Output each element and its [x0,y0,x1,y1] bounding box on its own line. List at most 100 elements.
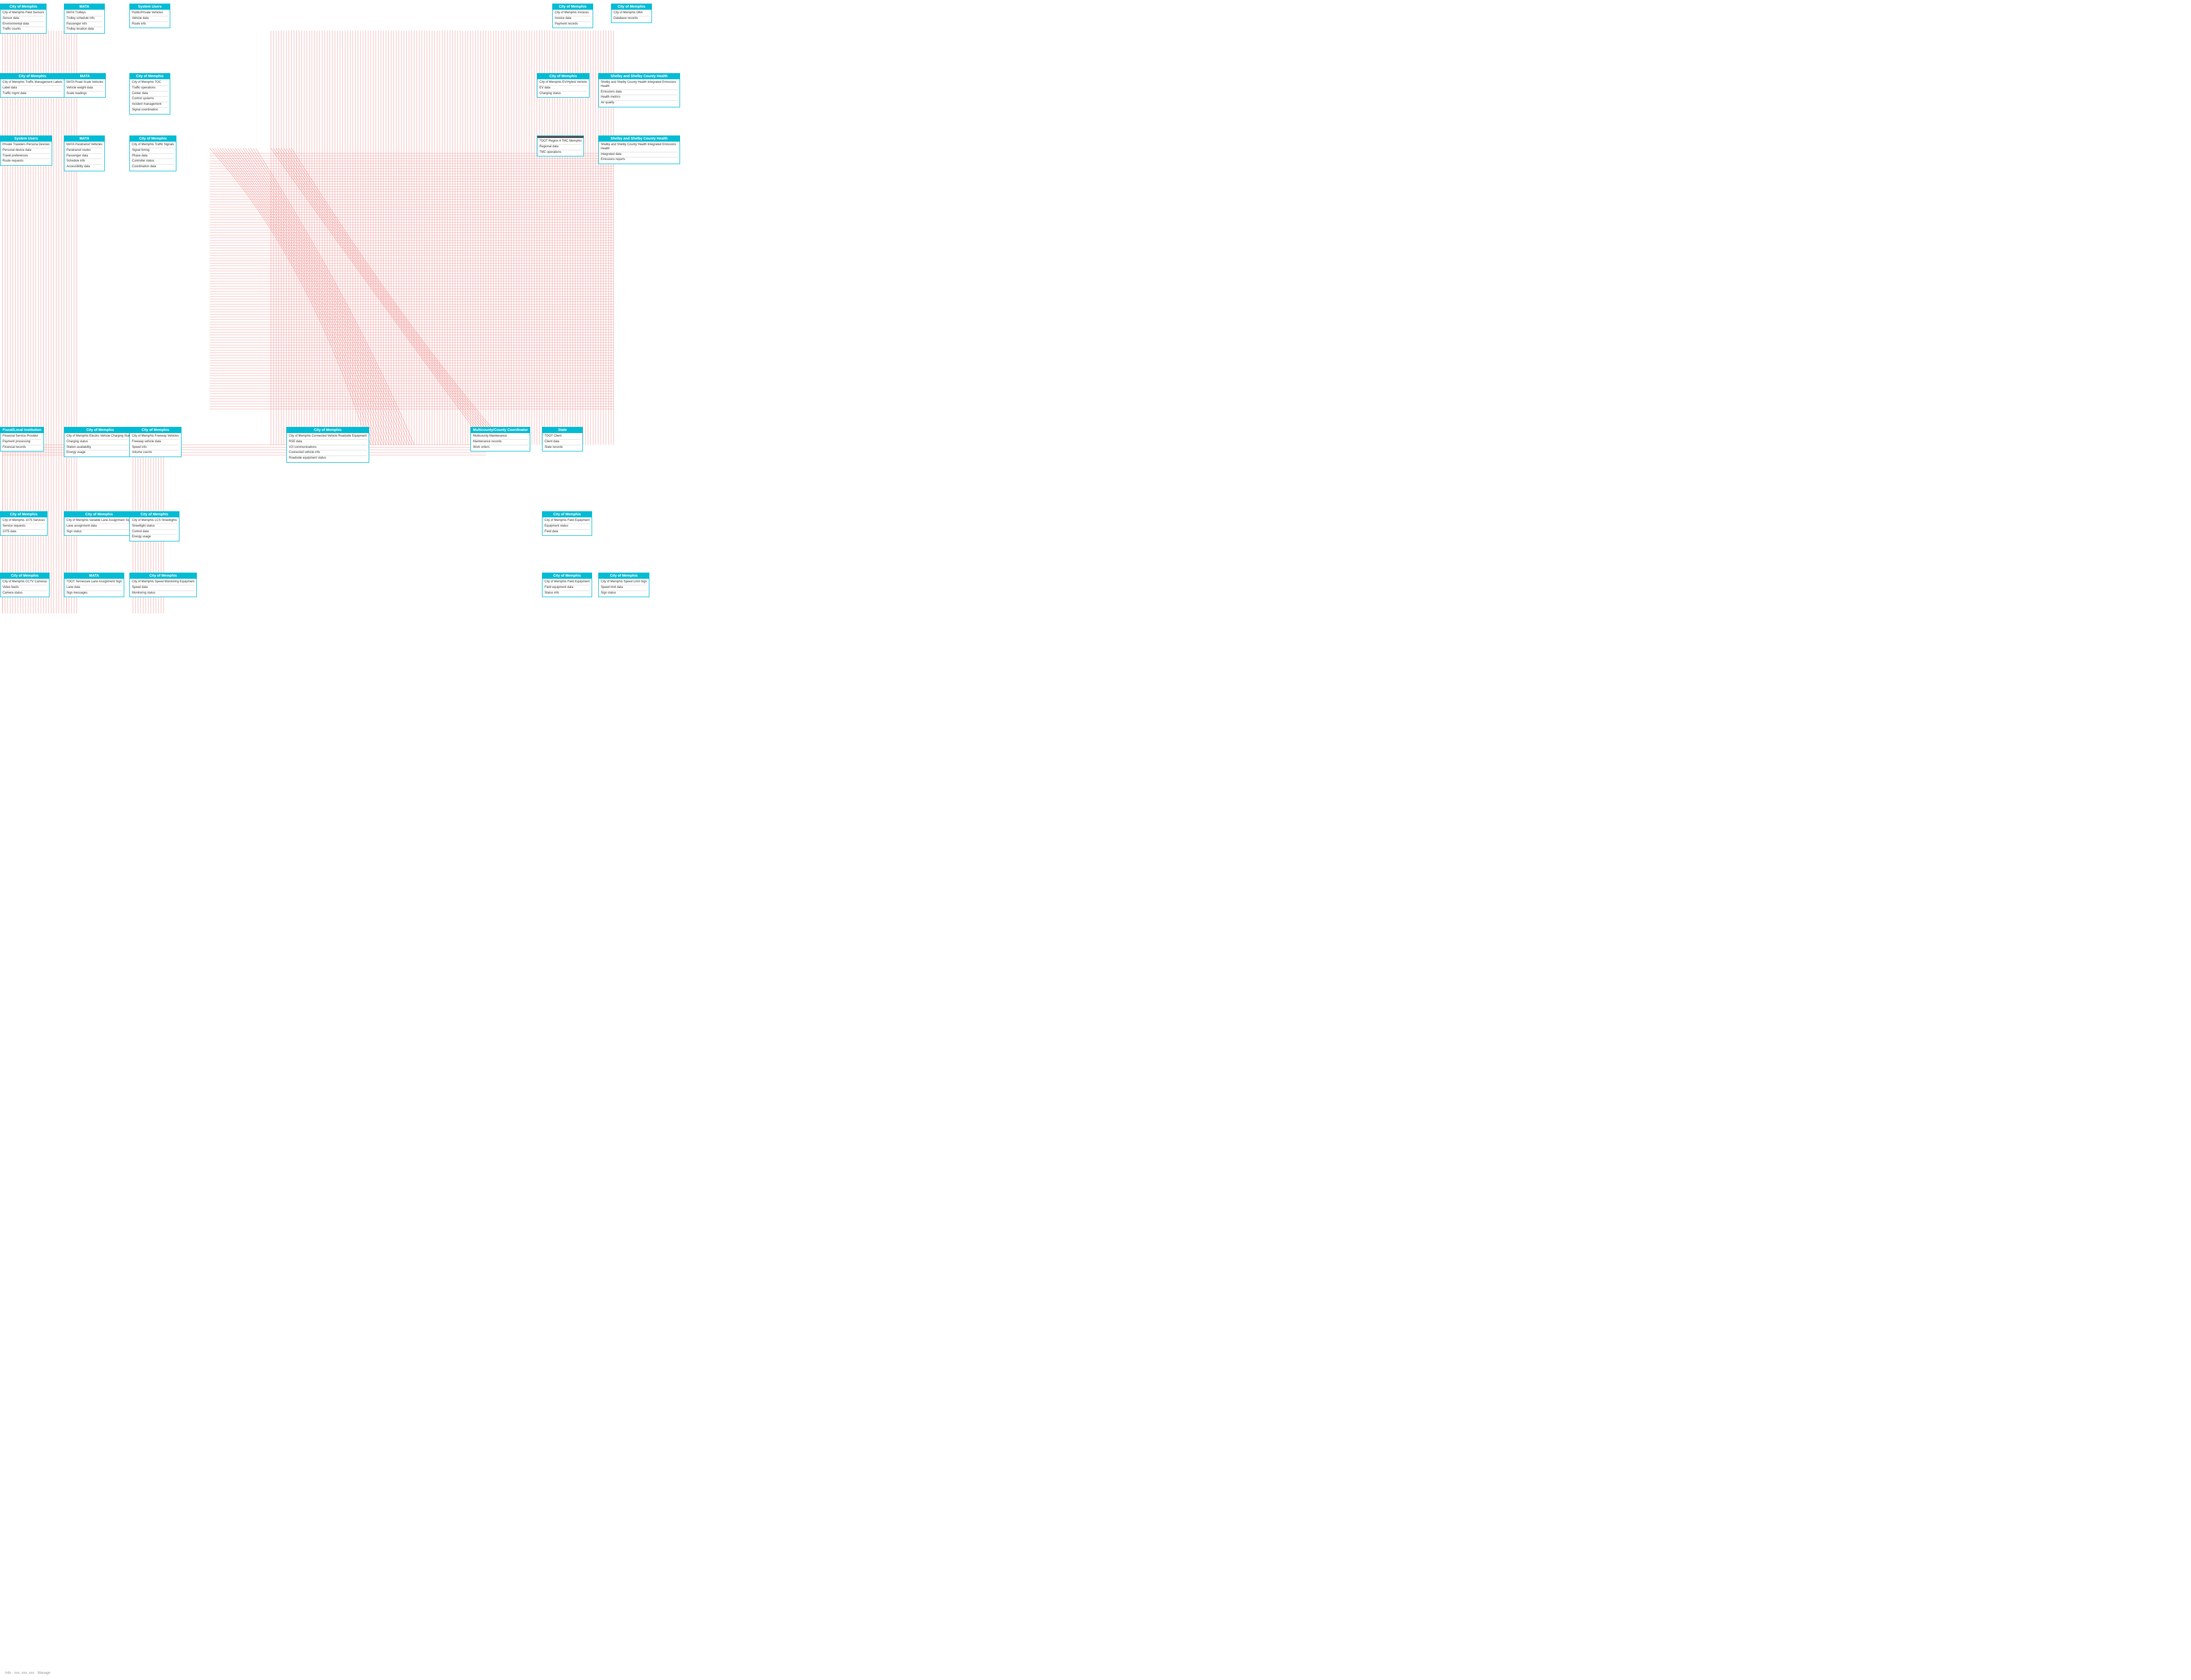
mata-field-sensors-header: City of Memphis [1,4,46,10]
financial-service-title: Financial Service Provider [3,434,41,440]
connected-vehicle-title: City of Memphis Connected Vehicle Roadsi… [289,434,367,440]
toc-node: City of Memphis City of Memphis TOC Traf… [129,73,170,115]
city-dba-header: City of Memphis [612,4,651,10]
speed-monitoring-body: City of Memphis Speed Monitoring Equipme… [130,579,196,597]
connected-vehicle-node: City of Memphis City of Memphis Connecte… [286,427,369,463]
ev-hybrid-title: City of Memphis EV/Hybrid Vehicle [539,80,587,86]
system-users-node: System Users Public/Private Vehicles Veh… [129,4,170,28]
connected-vehicle-header: City of Memphis [287,427,369,433]
toc-body: City of Memphis TOC Traffic operations C… [130,79,170,114]
health-emissions-header: Shelby and Shelby County Health [599,136,680,142]
ev-hybrid-header: City of Memphis [537,74,589,79]
multicounty-header: Multicounty/County Coordinator [471,427,530,433]
field-equip2-title: City of Memphis Field Equipment [545,580,590,585]
field-equipment-node: City of Memphis City of Memphis Field Eq… [542,511,592,536]
financial-service-header: Fiscal/Local Institution [1,427,43,433]
cameras-body: City of Memphis CCTV Cameras Video feeds… [1,579,49,597]
tdot-lane-body: TDOT Tennessee Lane Assignment Sign Lane… [64,579,124,597]
mata-field-sensors-node: City of Memphis City of Memphis Field Se… [0,4,47,34]
connected-vehicle-body: City of Memphis Connected Vehicle Roadsi… [287,433,369,462]
road-scale-body: MATA Road Scale Vehicles Vehicle weight … [64,79,105,97]
speed-monitoring-node: City of Memphis City of Memphis Speed Mo… [129,573,197,597]
lcs-streetlights-header: City of Memphis [130,512,179,517]
mata-trolleys-header: MATA [64,4,104,10]
mata-trolleys-node: MATA MATA Trolleys Trolley schedule info… [64,4,105,34]
tdot-region-body: TDOT Region 4 TMC Memphis Regional data … [537,138,583,156]
city-invoices-body: City of Memphis Invoices Invoice data Pa… [553,10,593,28]
speed-limit-body: City of Memphis Speed Limit Sign Speed l… [599,579,649,597]
variable-lane-title: City of Memphis Variable Lane Assignment… [66,518,132,524]
multicounty-body: Multicounty Maintenance Maintenance reco… [471,433,530,451]
private-travelers-node: System Users Private Travelers Persona D… [0,135,52,166]
private-travelers-header: System Users [1,136,52,142]
multicounty-title: Multicounty Maintenance [473,434,528,440]
traffic-signals-title: City of Memphis Traffic Signals [132,143,174,148]
field-equip2-header: City of Memphis [543,573,592,579]
speed-limit-node: City of Memphis City of Memphis Speed Li… [598,573,649,597]
legend: Info · xxx, xxx, xxx · Manage [5,1671,51,1675]
traffic-signals-body: City of Memphis Traffic Signals Signal t… [130,142,176,171]
health-emissions-body: Shelby and Shelby County Health Integrat… [599,142,680,164]
toc-header: City of Memphis [130,74,170,79]
tdot-client-header: State [543,427,582,433]
ev-charging-header: City of Memphis [64,427,136,433]
traffic-signals-node: City of Memphis City of Memphis Traffic … [129,135,176,171]
cameras-node: City of Memphis City of Memphis CCTV Cam… [0,573,50,597]
road-scale-title: MATA Road Scale Vehicles [66,80,103,86]
financial-service-node: Fiscal/Local Institution Financial Servi… [0,427,44,451]
city-dba-node: City of Memphis City of Memphis DBA Data… [611,4,652,23]
1075-services-title: City of Memphis 1075 Services [3,518,45,524]
tdot-region-title: TDOT Region 4 TMC Memphis [539,139,581,145]
cameras-title: City of Memphis CCTV Cameras [3,580,47,585]
lcs-streetlights-body: City of Memphis LCS Streetlights Streetl… [130,517,179,541]
health-county-header: Shelby and Shelby County Health [599,74,680,79]
tdot-client-body: TDOT Client Client data State records [543,433,582,451]
field-equip2-node: City of Memphis City of Memphis Field Eq… [542,573,592,597]
city-invoices-header: City of Memphis [553,4,593,10]
tdot-client-title: TDOT Client [545,434,580,440]
mata-field-sensors-body: City of Memphis Field Sensors Sensor dat… [1,10,46,33]
tdot-client-node: State TDOT Client Client data State reco… [542,427,583,451]
ev-charging-body: City of Memphis Electric Vehicle Chargin… [64,433,136,457]
toc-title: City of Memphis TOC [132,80,168,86]
field-equip2-body: City of Memphis Field Equipment Field eq… [543,579,592,597]
freeway-body: City of Memphis Freeway Vehicles Freeway… [130,433,181,457]
private-travelers-title: Private Travelers Persona Devices [3,143,50,148]
paratransit-node: MATA MATA Paratransit Vehicles Paratrans… [64,135,105,171]
financial-service-body: Financial Service Provider Payment proce… [1,433,43,451]
mata-trolleys-title: MATA Trolleys [66,11,102,16]
paratransit-header: MATA [64,136,104,142]
field-equipment-header: City of Memphis [543,512,592,517]
1075-services-node: City of Memphis City of Memphis 1075 Ser… [0,511,48,536]
health-emissions-title: Shelby and Shelby County Health Integrat… [601,143,677,152]
health-county-title: Shelby and Shelby County Health Integrat… [601,80,677,90]
health-emissions-node: Shelby and Shelby County Health Shelby a… [598,135,680,164]
connection-diagram [0,0,2191,1680]
road-scale-header: MATA [64,74,105,79]
mata-field-sensors-title: City of Memphis Field Sensors [3,11,44,16]
city-invoices-title: City of Memphis Invoices [555,11,591,16]
private-travelers-body: Private Travelers Persona Devices Person… [1,142,52,165]
traffic-signals-header: City of Memphis [130,136,176,142]
tdot-lane-node: MATA TDOT Tennessee Lane Assignment Sign… [64,573,124,597]
tdot-lane-title: TDOT Tennessee Lane Assignment Sign [66,580,122,585]
paratransit-title: MATA Paratransit Vehicles [66,143,102,148]
variable-lane-body: City of Memphis Variable Lane Assignment… [64,517,134,535]
paratransit-body: MATA Paratransit Vehicles Paratransit ro… [64,142,104,171]
traffic-labels-body: City of Memphis Traffic Management Label… [1,79,64,97]
freeway-node: City of Memphis City of Memphis Freeway … [129,427,182,457]
cameras-header: City of Memphis [1,573,49,579]
tdot-region-node: TDOT Region 4 TMC Memphis Regional data … [537,135,584,156]
traffic-labels-node: City of Memphis City of Memphis Traffic … [0,73,65,98]
system-users-title: Public/Private Vehicles [132,11,168,16]
speed-monitoring-header: City of Memphis [130,573,196,579]
variable-lane-header: City of Memphis [64,512,134,517]
speed-limit-title: City of Memphis Speed Limit Sign [601,580,647,585]
traffic-labels-header: City of Memphis [1,74,64,79]
mata-trolleys-body: MATA Trolleys Trolley schedule info Pass… [64,10,104,33]
system-users-header: System Users [130,4,170,10]
lcs-streetlights-title: City of Memphis LCS Streetlights [132,518,177,524]
ev-charging-title: City of Memphis Electric Vehicle Chargin… [66,434,134,440]
city-invoices-node: City of Memphis City of Memphis Invoices… [552,4,593,28]
health-county-body: Shelby and Shelby County Health Integrat… [599,79,680,107]
